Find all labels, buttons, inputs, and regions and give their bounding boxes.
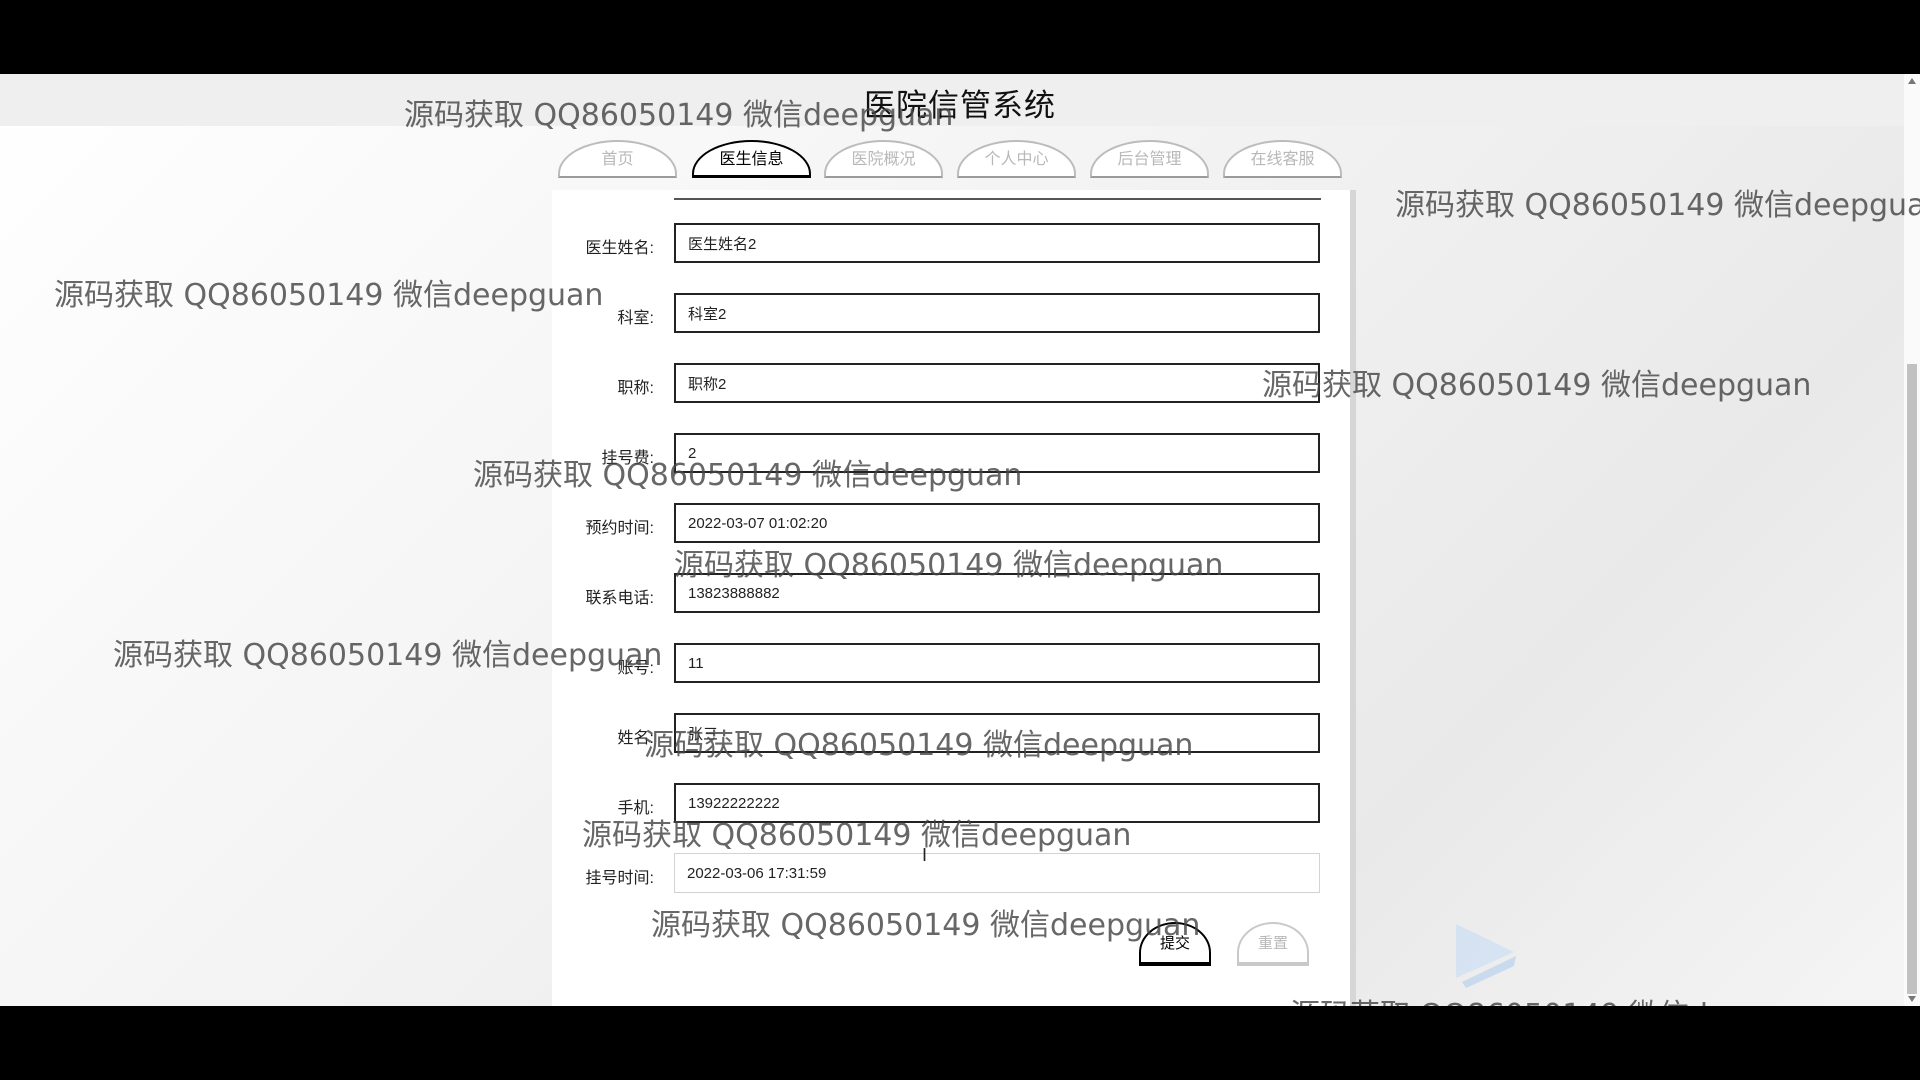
department-label: 科室: — [617, 310, 654, 327]
form-row-appointment-time: 预约时间: — [552, 503, 1322, 545]
form-row-contact-phone: 联系电话: — [552, 573, 1322, 615]
watermark: 源码获取 QQ86050149 微信deepguan — [1290, 990, 1839, 1006]
text-cursor-icon: I — [922, 845, 928, 865]
contact-phone-input[interactable] — [674, 573, 1320, 613]
form-row-name: 姓名: — [552, 713, 1322, 755]
watermark: 源码获取 QQ86050149 微信deepguan — [1395, 188, 1920, 223]
register-time-label: 挂号时间: — [585, 870, 654, 887]
fee-input[interactable] — [674, 433, 1320, 473]
site-title: 医院信管系统 — [864, 88, 1056, 123]
vertical-scrollbar[interactable] — [1904, 74, 1920, 1006]
title-input[interactable] — [674, 363, 1320, 403]
play-logo-icon — [1456, 924, 1516, 988]
contact-phone-label: 联系电话: — [585, 590, 654, 607]
name-label: 姓名: — [617, 730, 654, 747]
browser-viewport: 医院信管系统 首页 医生信息 医院概况 个人中心 后台管理 在线客服 医生姓名:… — [0, 74, 1920, 1006]
register-time-input[interactable] — [674, 853, 1320, 893]
tab-online-service[interactable]: 在线客服 — [1223, 140, 1342, 178]
form-row-account: 账号: — [552, 643, 1322, 685]
form-row-doctor-name: 医生姓名: — [552, 223, 1322, 265]
tab-doctor-info[interactable]: 医生信息 — [692, 140, 811, 178]
scroll-thumb[interactable] — [1907, 364, 1917, 994]
tab-hospital-overview[interactable]: 医院概况 — [824, 140, 943, 178]
scroll-up-arrow-icon[interactable] — [1908, 78, 1916, 84]
fee-label: 挂号费: — [601, 450, 654, 467]
panel-divider — [1350, 190, 1356, 1006]
scroll-down-arrow-icon[interactable] — [1908, 996, 1916, 1002]
form-row-register-time: 挂号时间: — [552, 853, 1322, 895]
mobile-input[interactable] — [674, 783, 1320, 823]
account-input[interactable] — [674, 643, 1320, 683]
clipped-field-edge — [674, 190, 1321, 200]
form-row-department: 科室: — [552, 293, 1322, 335]
title-label: 职称: — [617, 380, 654, 397]
form-row-title: 职称: — [552, 363, 1322, 405]
appointment-time-input[interactable] — [674, 503, 1320, 543]
watermark: 源码获取 QQ86050149 微信deepguan — [54, 278, 604, 313]
appointment-time-label: 预约时间: — [585, 520, 654, 537]
tab-admin[interactable]: 后台管理 — [1090, 140, 1209, 178]
doctor-name-input[interactable] — [674, 223, 1320, 263]
department-input[interactable] — [674, 293, 1320, 333]
mobile-label: 手机: — [617, 800, 654, 817]
account-label: 账号: — [617, 660, 654, 677]
form-row-mobile: 手机: — [552, 783, 1322, 825]
form-row-fee: 挂号费: — [552, 433, 1322, 475]
tab-personal-center[interactable]: 个人中心 — [957, 140, 1076, 178]
doctor-name-label: 医生姓名: — [585, 240, 654, 257]
name-input[interactable] — [674, 713, 1320, 753]
tab-home[interactable]: 首页 — [558, 140, 677, 178]
